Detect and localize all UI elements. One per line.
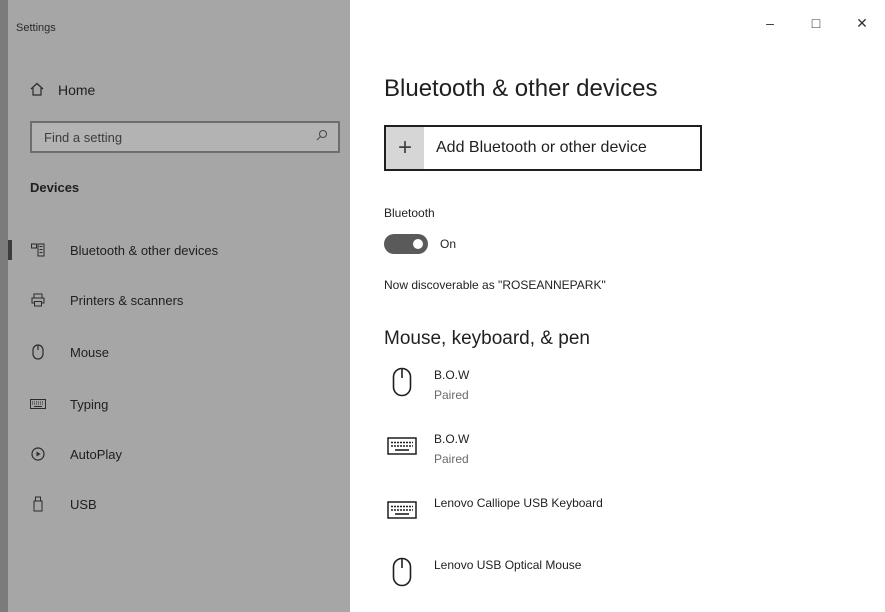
- bluetooth-toggle-row: On: [384, 234, 456, 254]
- nav-home[interactable]: Home: [30, 79, 95, 101]
- search-input[interactable]: [42, 128, 306, 146]
- mouse-icon: [384, 364, 420, 400]
- nav-item-autoplay[interactable]: AutoPlay: [8, 436, 350, 472]
- mouse-icon: [384, 554, 420, 590]
- nav-item-label: Bluetooth & other devices: [70, 242, 219, 258]
- nav-item-label: Printers & scanners: [70, 292, 184, 308]
- device-name: B.O.W: [434, 368, 470, 382]
- printer-icon: [30, 292, 46, 308]
- nav-item-typing[interactable]: Typing: [8, 386, 350, 422]
- nav-item-bluetooth[interactable]: Bluetooth & other devices: [8, 232, 350, 268]
- nav-item-label: Mouse: [70, 344, 110, 360]
- usb-icon: [30, 496, 46, 512]
- settings-window: Settings Home Devices Bluetooth & other …: [0, 0, 885, 612]
- add-device-label: Add Bluetooth or other device: [436, 139, 647, 156]
- keyboard-icon: [384, 492, 420, 528]
- device-name: B.O.W: [434, 432, 470, 446]
- discoverable-text: Now discoverable as "ROSEANNEPARK": [384, 278, 606, 292]
- bluetooth-devices-icon: [30, 242, 46, 258]
- section-label-devices: Devices: [30, 180, 80, 195]
- device-text: Lenovo Calliope USB Keyboard: [434, 492, 603, 510]
- keyboard-icon: [30, 396, 46, 412]
- device-text: Lenovo USB Optical Mouse: [434, 554, 581, 572]
- sidebar: Settings Home Devices Bluetooth & other …: [8, 0, 350, 612]
- device-name: Lenovo Calliope USB Keyboard: [434, 496, 603, 510]
- search-icon[interactable]: [316, 128, 328, 146]
- bluetooth-label: Bluetooth: [384, 206, 435, 220]
- device-text: B.O.W Paired: [434, 364, 469, 402]
- toggle-knob: [413, 239, 423, 249]
- device-item[interactable]: Lenovo Calliope USB Keyboard: [384, 492, 784, 542]
- search-box[interactable]: [30, 121, 340, 153]
- plus-icon: +: [386, 127, 424, 169]
- nav-item-label: Typing: [70, 396, 109, 412]
- main-content: Bluetooth & other devices + Add Bluetoot…: [384, 0, 884, 612]
- mouse-icon: [30, 344, 46, 360]
- autoplay-icon: [30, 446, 46, 462]
- nav-item-usb[interactable]: USB: [8, 486, 350, 522]
- home-icon: [30, 82, 44, 99]
- device-status: Paired: [434, 388, 469, 402]
- device-item[interactable]: B.O.W Paired: [384, 364, 784, 414]
- bluetooth-toggle-state: On: [440, 237, 457, 251]
- nav-item-printers[interactable]: Printers & scanners: [8, 282, 350, 318]
- bluetooth-toggle[interactable]: [384, 234, 428, 254]
- app-title: Settings: [16, 22, 56, 34]
- page-title: Bluetooth & other devices: [384, 75, 658, 102]
- device-item[interactable]: B.O.W Paired: [384, 428, 784, 478]
- nav-item-mouse[interactable]: Mouse: [8, 334, 350, 370]
- device-item[interactable]: Lenovo USB Optical Mouse: [384, 554, 784, 604]
- nav-item-label: USB: [70, 496, 97, 512]
- device-text: B.O.W Paired: [434, 428, 469, 466]
- device-name: Lenovo USB Optical Mouse: [434, 558, 582, 572]
- nav-home-label: Home: [58, 82, 96, 98]
- device-status: Paired: [434, 452, 469, 466]
- devices-section-title: Mouse, keyboard, & pen: [384, 328, 590, 349]
- keyboard-icon: [384, 428, 420, 464]
- nav-item-label: AutoPlay: [70, 446, 123, 462]
- add-device-button[interactable]: + Add Bluetooth or other device: [384, 125, 702, 171]
